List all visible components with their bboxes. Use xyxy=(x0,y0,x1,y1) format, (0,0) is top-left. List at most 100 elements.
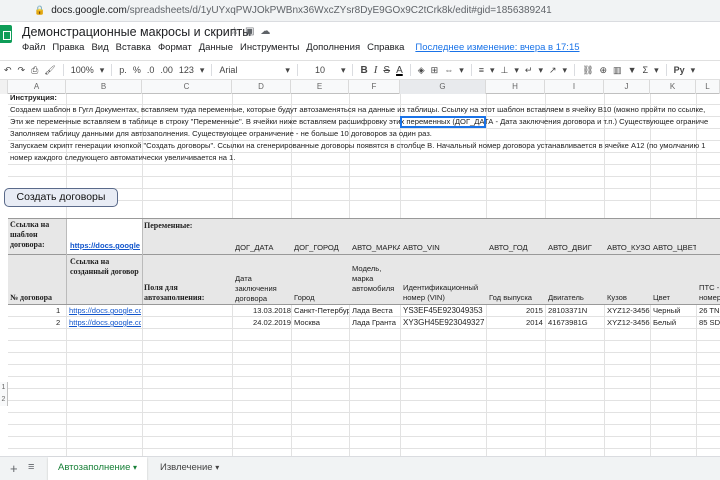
column-header-e[interactable]: E xyxy=(291,80,349,94)
row1-body[interactable]: XYZ12-3456 xyxy=(607,306,650,316)
select-all-corner[interactable] xyxy=(0,80,8,94)
print-icon[interactable]: ⎙ xyxy=(31,65,38,76)
undo-icon[interactable]: ↶ xyxy=(4,65,12,76)
selected-cell[interactable] xyxy=(400,116,486,128)
chevron-down-icon[interactable]: ▾ xyxy=(563,65,568,76)
row2-pts[interactable]: 85 SD xyxy=(699,318,720,328)
browser-url-bar[interactable]: 🔒 docs.google.com/spreadsheets/d/1yUYxqP… xyxy=(0,0,720,22)
input-tools-button[interactable]: Pу xyxy=(674,65,685,75)
row1-number[interactable]: 1 xyxy=(56,306,60,316)
text-rotation-icon[interactable]: ↗ xyxy=(549,65,557,76)
row-header-1[interactable]: 1 xyxy=(0,382,8,394)
row2-city[interactable]: Москва xyxy=(294,318,320,328)
sheet-tab-extract[interactable]: Извлечение ▾ xyxy=(150,457,229,480)
row1-city[interactable]: Санкт-Петербург xyxy=(294,306,349,316)
menu-data[interactable]: Данные xyxy=(199,42,233,56)
column-header-h[interactable]: H xyxy=(486,80,545,94)
insert-link-icon[interactable]: ⛓ xyxy=(582,65,593,76)
chevron-down-icon[interactable]: ▾ xyxy=(490,65,495,76)
last-edit-link[interactable]: Последнее изменение: вчера в 17:15 xyxy=(415,42,579,56)
menu-help[interactable]: Справка xyxy=(367,42,404,56)
chevron-down-icon[interactable]: ▾ xyxy=(691,65,696,76)
row1-contract-link[interactable]: https://docs.google.com/open?id=1U6usuHV… xyxy=(69,306,141,316)
menu-view[interactable]: Вид xyxy=(91,42,108,56)
var-avto-marka[interactable]: АВТО_МАРКА xyxy=(352,243,400,253)
var-avto-kuzov[interactable]: АВТО_КУЗОВ xyxy=(607,243,650,253)
var-avto-cvet[interactable]: АВТО_ЦВЕТ xyxy=(653,243,696,253)
sheets-logo-icon[interactable] xyxy=(0,25,12,43)
row2-body[interactable]: XYZ12-3456 xyxy=(607,318,650,328)
star-icon[interactable]: ☆ xyxy=(230,26,245,37)
row1-date[interactable]: 13.03.2018 xyxy=(253,306,291,316)
add-sheet-icon[interactable]: + xyxy=(10,461,18,476)
row1-color[interactable]: Черный xyxy=(653,306,680,316)
column-header-j[interactable]: J xyxy=(604,80,650,94)
cells-area[interactable]: Инструкция: Создаем шаблон в Гугл Докуме… xyxy=(8,93,720,456)
var-dog-data[interactable]: ДОГ_ДАТА xyxy=(235,243,273,253)
chevron-down-icon[interactable]: ▾ xyxy=(215,463,219,472)
horizontal-align-icon[interactable]: ≡ xyxy=(479,65,484,75)
chevron-down-icon[interactable]: ▾ xyxy=(654,65,659,76)
row2-vin[interactable]: XY3GH45E923049327 xyxy=(403,318,484,328)
menu-insert[interactable]: Вставка xyxy=(116,42,151,56)
insert-comment-icon[interactable]: ⊕ xyxy=(600,65,608,76)
insert-chart-icon[interactable]: ▥ xyxy=(613,65,622,76)
bold-button[interactable]: B xyxy=(360,65,367,76)
move-folder-icon[interactable]: ▣ xyxy=(245,26,260,37)
chevron-down-icon[interactable]: ▾ xyxy=(514,65,519,76)
column-header-f[interactable]: F xyxy=(349,80,400,94)
increase-decimal-button[interactable]: .00 xyxy=(160,65,173,75)
var-avto-vin[interactable]: АВТО_VIN xyxy=(403,243,440,253)
row2-color[interactable]: Белый xyxy=(653,318,676,328)
chevron-down-icon[interactable]: ▾ xyxy=(200,65,205,76)
column-header-i[interactable]: I xyxy=(545,80,604,94)
paint-format-icon[interactable]: 🖌 xyxy=(44,65,55,76)
row2-model[interactable]: Лада Гранта xyxy=(352,318,396,328)
row1-pts[interactable]: 26 TN xyxy=(699,306,720,316)
chevron-down-icon[interactable]: ▾ xyxy=(459,65,464,76)
column-header-k[interactable]: K xyxy=(650,80,696,94)
var-avto-god[interactable]: АВТО_ГОД xyxy=(489,243,528,253)
row1-vin[interactable]: YS3EF45E923049353 xyxy=(403,306,483,316)
row1-model[interactable]: Лада Веста xyxy=(352,306,393,316)
zoom-select[interactable]: 100% xyxy=(71,65,94,75)
var-avto-dvig[interactable]: АВТО_ДВИГ xyxy=(548,243,592,253)
vertical-align-icon[interactable]: ⊥ xyxy=(501,65,509,76)
font-select[interactable]: Arial xyxy=(219,65,279,75)
currency-format-button[interactable]: р. xyxy=(119,65,127,75)
fill-color-icon[interactable]: ◈ xyxy=(418,65,425,76)
functions-icon[interactable]: Σ xyxy=(642,65,648,75)
column-header-d[interactable]: D xyxy=(232,80,291,94)
sheet-tab-autofill[interactable]: Автозаполнение ▾ xyxy=(48,457,148,480)
chevron-down-icon[interactable]: ▾ xyxy=(285,65,290,76)
all-sheets-icon[interactable]: ≡ xyxy=(28,461,34,473)
text-wrap-icon[interactable]: ↵ xyxy=(525,65,533,76)
row2-contract-link[interactable]: https://docs.google.com/open?id=1ZDYEEj5… xyxy=(69,318,141,328)
redo-icon[interactable]: ↷ xyxy=(18,65,26,76)
more-formats-button[interactable]: 123 xyxy=(179,65,194,75)
menu-addons[interactable]: Дополнения xyxy=(306,42,360,56)
template-link[interactable]: https://docs.google xyxy=(70,241,140,251)
chevron-down-icon[interactable]: ▾ xyxy=(538,65,543,76)
row2-date[interactable]: 24.02.2019 xyxy=(253,318,291,328)
menu-format[interactable]: Формат xyxy=(158,42,192,56)
row-header-2[interactable]: 2 xyxy=(0,394,8,406)
font-size-select[interactable]: 10 xyxy=(305,65,335,75)
column-header-l[interactable]: L xyxy=(696,80,720,94)
var-dog-gorod[interactable]: ДОГ_ГОРОД xyxy=(294,243,349,253)
borders-icon[interactable]: ⊞ xyxy=(431,65,439,76)
menu-tools[interactable]: Инструменты xyxy=(240,42,299,56)
decrease-decimal-button[interactable]: .0 xyxy=(147,65,155,75)
column-header-c[interactable]: C xyxy=(142,80,232,94)
italic-button[interactable]: I xyxy=(374,64,378,76)
filter-icon[interactable]: ▼ xyxy=(628,65,637,75)
chevron-down-icon[interactable]: ▾ xyxy=(100,65,105,76)
chevron-down-icon[interactable]: ▾ xyxy=(133,463,137,472)
row2-engine[interactable]: 41673981G xyxy=(548,318,588,328)
column-header-b[interactable]: B xyxy=(66,80,142,94)
text-color-button[interactable]: A xyxy=(396,65,403,76)
chevron-down-icon[interactable]: ▾ xyxy=(341,65,346,76)
menu-file[interactable]: Файл xyxy=(22,42,45,56)
row1-engine[interactable]: 28103371N xyxy=(548,306,587,316)
url-text[interactable]: docs.google.com/spreadsheets/d/1yUYxqPWJ… xyxy=(51,5,552,16)
